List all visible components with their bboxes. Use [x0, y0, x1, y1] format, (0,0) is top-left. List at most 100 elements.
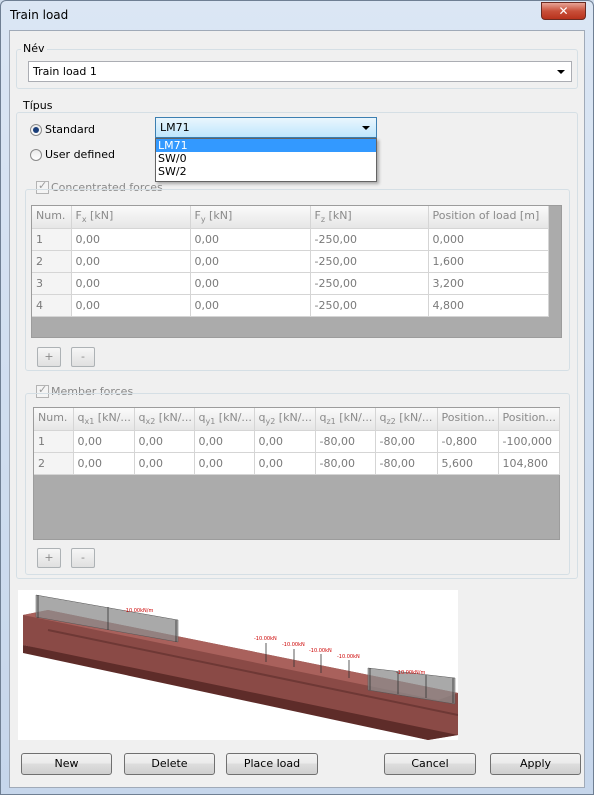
dropdown-option-sw0[interactable]: SW/0	[156, 152, 376, 165]
table-row[interactable]: 2 0,00 0,00 -250,00 1,600	[32, 250, 549, 273]
table-cell[interactable]: 104,800	[498, 452, 560, 475]
concentrated-column-header[interactable]: Position of load [m]	[428, 206, 549, 229]
table-cell[interactable]: 0,00	[134, 452, 195, 475]
member-column-header[interactable]: qz2 [kN/...	[375, 408, 438, 431]
dropdown-option-lm71[interactable]: LM71	[156, 139, 376, 152]
standard-type-dropdown-list[interactable]: LM71 SW/0 SW/2	[155, 138, 377, 182]
name-value: Train load 1	[33, 65, 97, 78]
table-row[interactable]: 2 0,00 0,00 0,00 0,00 -80,00 -80,00 5,600 104,80…	[34, 452, 560, 475]
table-cell[interactable]: 0,00	[190, 272, 311, 295]
standard-type-combobox[interactable]: LM71	[155, 117, 377, 138]
table-cell[interactable]: 0,00	[73, 430, 135, 453]
member-column-header[interactable]: qx1 [kN/...	[73, 408, 135, 431]
member-column-header[interactable]: qz1 [kN/...	[315, 408, 376, 431]
table-cell[interactable]: 0,00	[190, 294, 311, 317]
member-column-header[interactable]: qy1 [kN/...	[194, 408, 255, 431]
row-number-cell: 1	[34, 430, 74, 453]
table-cell[interactable]: -250,00	[310, 294, 429, 317]
point-load-label-2: -10.00kN	[282, 642, 305, 648]
concentrated-add-row-button[interactable]: +	[37, 347, 61, 367]
table-cell[interactable]: 0,00	[254, 430, 316, 453]
delete-button[interactable]: Delete	[124, 753, 215, 775]
table-cell[interactable]: -0,800	[437, 430, 499, 453]
row-number-cell: 4	[32, 294, 72, 317]
member-column-header[interactable]: Num.	[34, 408, 74, 431]
table-cell[interactable]: 5,600	[437, 452, 499, 475]
table-cell[interactable]: 3,200	[428, 272, 549, 295]
table-cell[interactable]: -80,00	[375, 452, 438, 475]
minus-icon: -	[81, 551, 85, 564]
table-cell[interactable]: 0,00	[190, 228, 311, 251]
name-group-label: Név	[21, 42, 47, 55]
train-load-window: Train load ✕ Név Train load 1 Típus Stan…	[0, 0, 594, 795]
name-combobox[interactable]: Train load 1	[28, 61, 572, 82]
table-row[interactable]: 1 0,00 0,00 0,00 0,00 -80,00 -80,00 -0,800 -100,…	[34, 430, 560, 453]
table-cell[interactable]: -100,000	[498, 430, 560, 453]
member-forces-grid[interactable]: Num. qx1 [kN/... qx2 [kN/... qy1 [kN/... qy2…	[33, 407, 560, 540]
row-number-cell: 1	[32, 228, 72, 251]
table-cell[interactable]: 0,00	[71, 272, 191, 295]
chevron-down-icon	[362, 126, 370, 130]
table-cell[interactable]: -80,00	[375, 430, 438, 453]
table-cell[interactable]: 0,00	[73, 452, 135, 475]
table-cell[interactable]: 0,00	[71, 294, 191, 317]
plus-icon: +	[44, 350, 54, 363]
point-load-label-4: -10.00kN	[337, 654, 360, 660]
table-cell[interactable]: -250,00	[310, 250, 429, 273]
user-defined-radio-label[interactable]: User defined	[45, 148, 115, 161]
close-button[interactable]: ✕	[541, 2, 586, 20]
table-cell[interactable]: -250,00	[310, 272, 429, 295]
load-preview-image: -10.00kN/m -10.00kN -10.00kN -10.00kN -1…	[18, 590, 459, 740]
row-number-cell: 2	[32, 250, 72, 273]
table-cell[interactable]: 1,600	[428, 250, 549, 273]
table-cell[interactable]: -80,00	[315, 452, 376, 475]
member-column-header[interactable]: qy2 [kN/...	[254, 408, 316, 431]
concentrated-forces-grid[interactable]: Num. Fx [kN] Fy [kN] Fz [kN] Position of loa…	[31, 205, 562, 338]
member-column-header[interactable]: Position...	[498, 408, 560, 431]
distributed-load-label-1: -10.00kN/m	[124, 608, 153, 614]
concentrated-remove-row-button[interactable]: -	[71, 347, 95, 367]
title-bar: Train load ✕	[1, 1, 593, 29]
dropdown-option-sw2[interactable]: SW/2	[156, 165, 376, 178]
apply-button[interactable]: Apply	[490, 753, 581, 775]
table-cell[interactable]: -250,00	[310, 228, 429, 251]
member-add-row-button[interactable]: +	[37, 548, 61, 568]
table-cell[interactable]: 0,00	[194, 430, 255, 453]
concentrated-column-header[interactable]: Num.	[32, 206, 72, 229]
member-remove-row-button[interactable]: -	[71, 548, 95, 568]
table-cell[interactable]: 0,00	[194, 452, 255, 475]
standard-type-value: LM71	[160, 121, 190, 134]
point-load-label-1: -10.00kN	[254, 636, 277, 642]
minus-icon: -	[81, 350, 85, 363]
table-cell[interactable]: -80,00	[315, 430, 376, 453]
standard-radio-label[interactable]: Standard	[45, 123, 95, 136]
user-defined-radio[interactable]	[30, 149, 42, 161]
window-title: Train load	[10, 8, 69, 22]
cancel-button[interactable]: Cancel	[384, 753, 476, 775]
table-cell[interactable]: 0,00	[71, 250, 191, 273]
table-row[interactable]: 1 0,00 0,00 -250,00 0,000	[32, 228, 549, 251]
type-group-label: Típus	[21, 99, 55, 112]
member-column-header[interactable]: qx2 [kN/...	[134, 408, 195, 431]
table-cell[interactable]: 4,800	[428, 294, 549, 317]
table-cell[interactable]: 0,00	[134, 430, 195, 453]
row-number-cell: 2	[34, 452, 74, 475]
table-cell[interactable]: 0,00	[254, 452, 316, 475]
close-icon: ✕	[558, 4, 569, 18]
table-row[interactable]: 4 0,00 0,00 -250,00 4,800	[32, 294, 549, 317]
standard-radio[interactable]	[30, 124, 42, 136]
place-load-button[interactable]: Place load	[226, 753, 318, 775]
distributed-load-label-2: -10.00kN/m	[396, 670, 425, 676]
concentrated-column-header[interactable]: Fx [kN]	[71, 206, 191, 229]
table-row[interactable]: 3 0,00 0,00 -250,00 3,200	[32, 272, 549, 295]
concentrated-column-header[interactable]: Fy [kN]	[190, 206, 311, 229]
row-number-cell: 3	[32, 272, 72, 295]
member-column-header[interactable]: Position...	[437, 408, 499, 431]
table-cell[interactable]: 0,000	[428, 228, 549, 251]
chevron-down-icon	[557, 70, 565, 74]
new-button[interactable]: New	[21, 753, 112, 775]
table-cell[interactable]: 0,00	[71, 228, 191, 251]
concentrated-column-header[interactable]: Fz [kN]	[310, 206, 429, 229]
table-cell[interactable]: 0,00	[190, 250, 311, 273]
beam-illustration: -10.00kN/m -10.00kN -10.00kN -10.00kN -1…	[23, 594, 459, 740]
